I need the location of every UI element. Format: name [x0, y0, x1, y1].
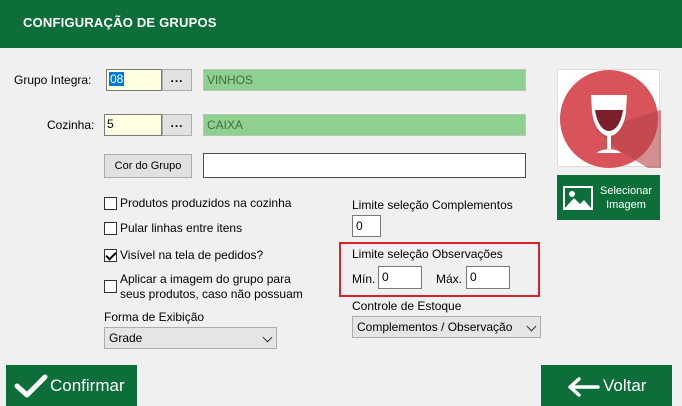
max-label: Máx.: [436, 272, 463, 286]
forma-exibicao-select[interactable]: Grade: [104, 327, 277, 349]
controle-estoque-select[interactable]: Complementos / Observação: [352, 316, 541, 338]
checkmark-icon: [14, 374, 48, 398]
cozinha-label: Cozinha:: [47, 118, 95, 132]
pular-linhas-checkbox[interactable]: Pular linhas entre itens: [104, 221, 242, 236]
select-image-label: Selecionar Imagem: [595, 184, 657, 212]
image-icon: [563, 186, 593, 210]
grupo-code-value: 08: [109, 72, 125, 86]
confirm-button[interactable]: Confirmar: [6, 365, 137, 406]
forma-exibicao-label: Forma de Exibição: [104, 310, 205, 324]
window-title: CONFIGURAÇÃO DE GRUPOS: [23, 15, 217, 30]
grupo-description-field: VINHOS: [203, 69, 526, 91]
limite-observacoes-label: Limite seleção Observações: [352, 247, 503, 261]
limite-complementos-label: Limite seleção Complementos: [352, 198, 513, 212]
select-image-line2: Imagem: [606, 199, 646, 211]
limite-complementos-input[interactable]: 0: [352, 215, 381, 237]
max-input[interactable]: 0: [466, 266, 510, 289]
aplicar-imagem-checkbox[interactable]: Aplicar a imagem do grupo para seus prod…: [104, 272, 303, 302]
title-bar: CONFIGURAÇÃO DE GRUPOS: [0, 0, 682, 48]
grupo-code-input[interactable]: 08: [106, 69, 162, 91]
checkbox-label: Pular linhas entre itens: [120, 221, 243, 235]
checkbox-label: Produtos produzidos na cozinha: [120, 196, 292, 210]
checkbox-label: Aplicar a imagem do grupo para seus prod…: [120, 272, 303, 302]
checkbox-box[interactable]: [104, 280, 117, 293]
grupo-label: Grupo Integra:: [14, 73, 92, 87]
checkbox-label-line2: seus produtos, caso não possuam: [120, 287, 303, 301]
chevron-down-icon: [262, 332, 273, 343]
back-button[interactable]: Voltar: [541, 365, 672, 406]
chevron-down-icon: [526, 321, 537, 332]
checkbox-box[interactable]: [104, 197, 117, 210]
cor-do-grupo-field[interactable]: [203, 153, 526, 178]
cozinha-description-field: CAIXA: [203, 114, 526, 136]
cor-do-grupo-button[interactable]: Cor do Grupo: [104, 154, 192, 178]
checkbox-label-line1: Aplicar a imagem do grupo para: [120, 272, 291, 286]
select-image-button[interactable]: Selecionar Imagem: [557, 175, 660, 220]
checkbox-label: Visível na tela de pedidos?: [120, 248, 264, 262]
arrow-left-icon: [568, 377, 600, 397]
cozinha-code-input[interactable]: 5: [104, 114, 162, 136]
controle-estoque-label: Controle de Estoque: [352, 299, 462, 313]
grupo-lookup-button[interactable]: ...: [162, 69, 192, 91]
controle-estoque-value: Complementos / Observação: [357, 320, 513, 334]
checkbox-box[interactable]: [104, 222, 117, 235]
wine-glass-icon: [560, 70, 661, 168]
select-image-line1: Selecionar: [600, 185, 652, 197]
confirm-label: Confirmar: [50, 376, 125, 395]
cozinha-lookup-button[interactable]: ...: [162, 114, 192, 136]
visivel-pedidos-checkbox[interactable]: Visível na tela de pedidos?: [104, 248, 263, 263]
checkbox-box-checked[interactable]: [104, 249, 117, 262]
back-label: Voltar: [603, 376, 647, 395]
produtos-cozinha-checkbox[interactable]: Produtos produzidos na cozinha: [104, 196, 291, 211]
min-input[interactable]: 0: [378, 266, 422, 289]
group-image: [557, 69, 661, 168]
forma-exibicao-value: Grade: [109, 331, 143, 345]
min-label: Mín.: [352, 272, 376, 286]
